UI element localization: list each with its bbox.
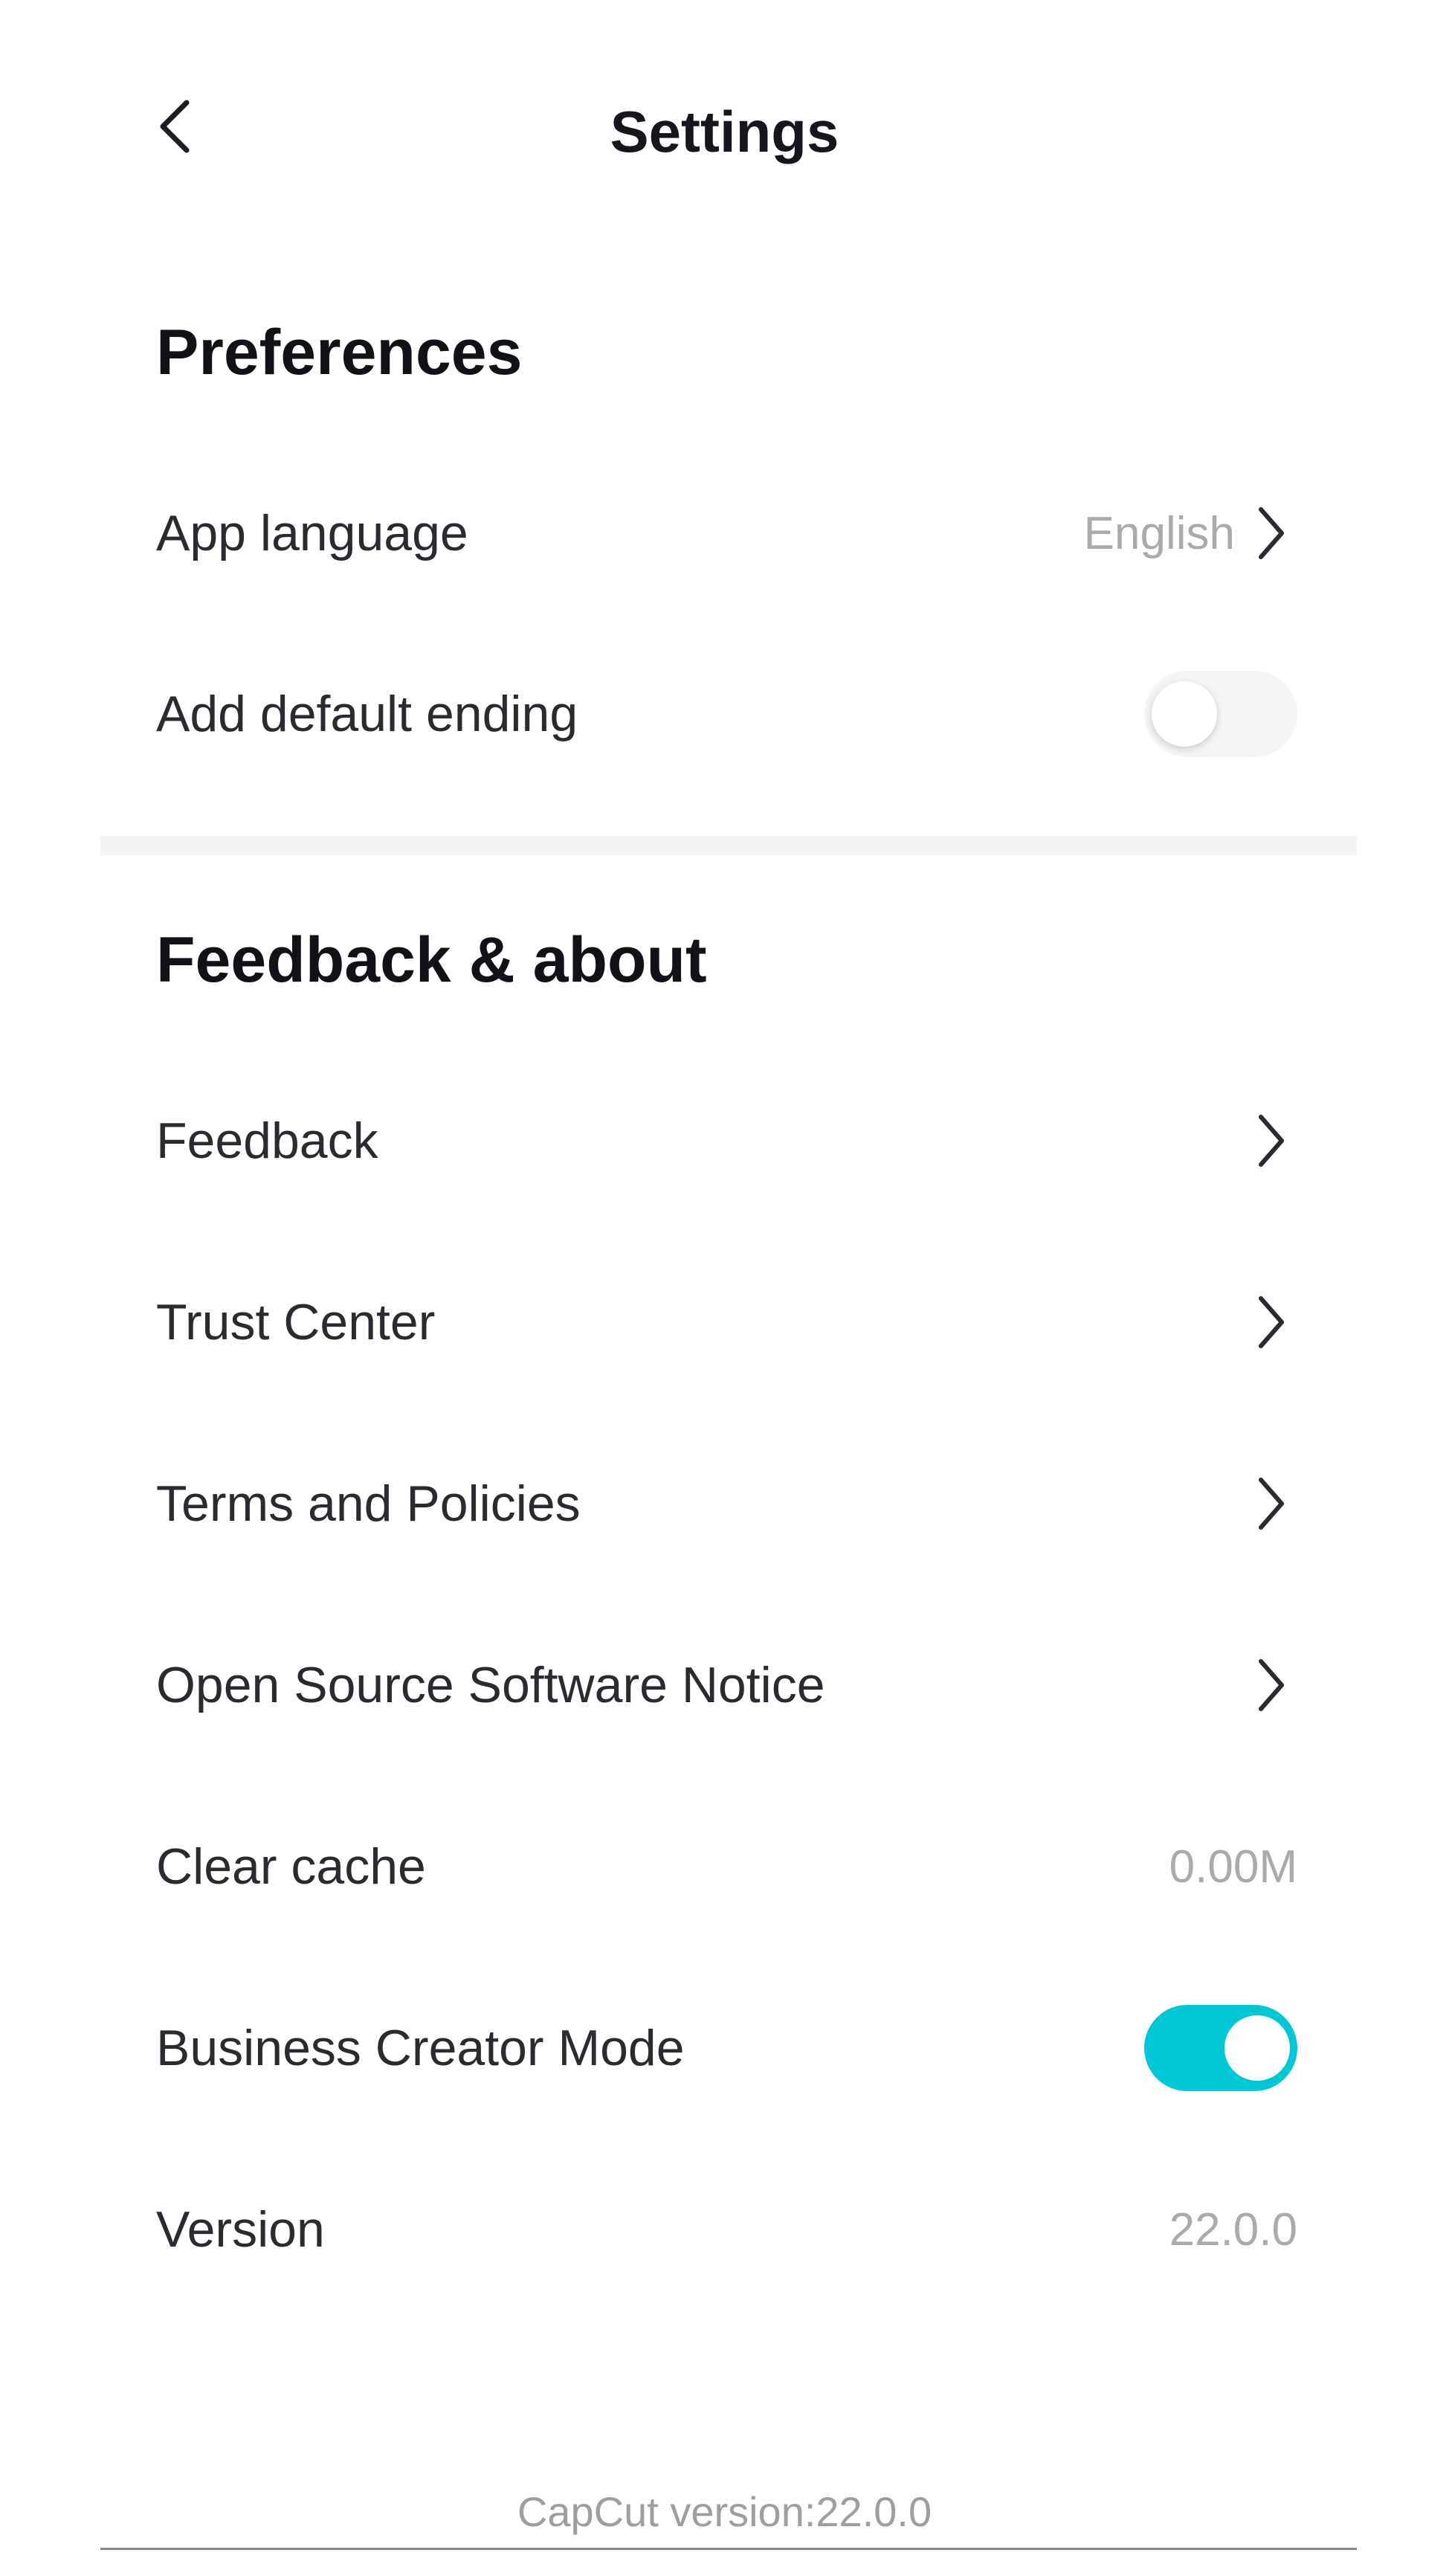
app-language-label: App language [156,505,468,561]
clear-cache-label: Clear cache [156,1838,426,1895]
app-version-footer: CapCut version:22.0.0 [517,2488,932,2535]
version-value: 22.0.0 [1169,2203,1297,2255]
chevron-right-icon [1245,1285,1297,1359]
business-creator-label: Business Creator Mode [156,2020,685,2076]
chevron-right-icon [1245,1104,1297,1178]
terms-policies-row[interactable]: Terms and Policies [156,1429,1297,1578]
footer-divider [100,2548,1357,2550]
page-title: Settings [610,99,839,164]
clear-cache-row[interactable]: Clear cache 0.00M [156,1792,1297,1941]
toggle-knob [1152,681,1217,747]
default-ending-row: Add default ending [156,640,1297,788]
version-row: Version 22.0.0 [156,2155,1297,2304]
chevron-right-icon [1245,1648,1297,1722]
section-title-preferences: Preferences [156,317,523,388]
default-ending-toggle[interactable] [1144,671,1297,757]
trust-center-label: Trust Center [156,1294,436,1350]
app-language-value-group: English [1084,496,1297,570]
open-source-notice-label: Open Source Software Notice [156,1657,825,1713]
terms-policies-label: Terms and Policies [156,1475,581,1532]
chevron-right-icon [1245,1466,1297,1541]
top-bar: Settings [0,45,1449,216]
section-title-feedback-about: Feedback & about [156,924,707,996]
trust-center-row[interactable]: Trust Center [156,1248,1297,1397]
cache-size-value: 0.00M [1169,1841,1297,1893]
business-creator-row: Business Creator Mode [156,1974,1297,2122]
version-label: Version [156,2201,325,2258]
section-divider [100,836,1357,855]
app-language-value: English [1083,507,1235,559]
feedback-label: Feedback [156,1112,378,1169]
app-language-row[interactable]: App language English [156,459,1297,608]
open-source-notice-row[interactable]: Open Source Software Notice [156,1611,1297,1759]
default-ending-label: Add default ending [156,686,578,742]
business-creator-toggle[interactable] [1144,2005,1297,2091]
toggle-knob [1224,2015,1290,2081]
feedback-row[interactable]: Feedback [156,1066,1297,1215]
chevron-right-icon [1245,496,1297,570]
